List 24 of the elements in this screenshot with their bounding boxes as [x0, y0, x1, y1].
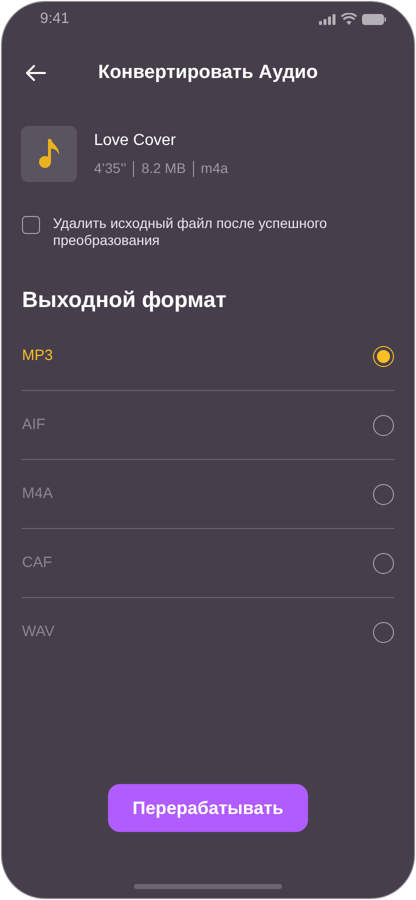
radio-button[interactable]: [373, 484, 394, 504]
screen-title: Конвертировать Аудио: [98, 60, 318, 85]
file-detail: 4’35’’: [94, 159, 126, 178]
radio-button[interactable]: [373, 346, 394, 366]
file-detail: 8.2 MB: [141, 159, 186, 178]
battery-icon: [362, 14, 386, 24]
format-label: CAF: [22, 552, 52, 573]
format-label: MP3: [22, 346, 53, 366]
wifi-icon: [341, 13, 357, 25]
file-detail: m4a: [200, 159, 228, 178]
status-time: 9:41: [40, 8, 70, 29]
format-label: M4A: [22, 484, 53, 504]
radio-button[interactable]: [373, 414, 394, 436]
music-note-icon: [38, 139, 60, 169]
radio-button[interactable]: [373, 622, 394, 643]
signal-icon: [319, 14, 336, 24]
file-name: Love Cover: [94, 131, 177, 151]
convert-button[interactable]: Перерабатывать: [108, 784, 308, 832]
checkbox[interactable]: [22, 216, 40, 234]
format-label: WAV: [22, 622, 54, 642]
format-label: AIF: [22, 414, 46, 435]
section-heading: Выходной формат: [21, 286, 228, 314]
checkbox-label: Удалить исходный файл после успешного преобразования: [53, 215, 328, 249]
radio-button[interactable]: [373, 552, 394, 574]
